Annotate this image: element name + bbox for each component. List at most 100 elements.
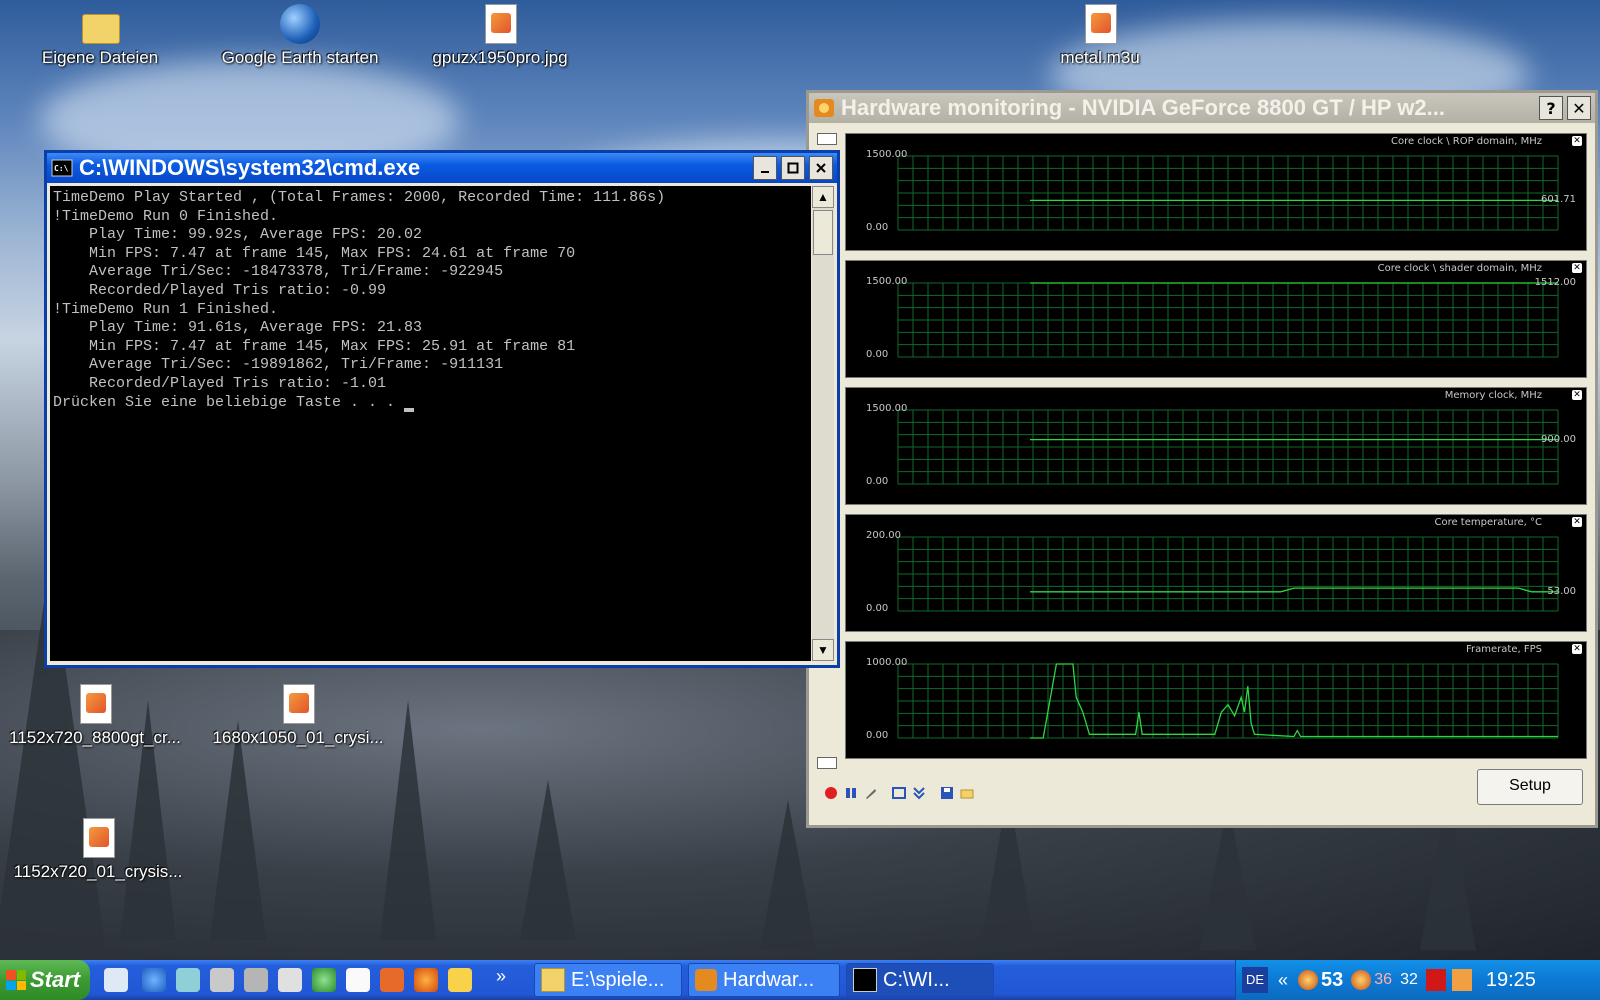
console-line: !TimeDemo Run 0 Finished. [53,207,279,225]
help-button[interactable]: ? [1539,96,1563,120]
graph-title: Core clock \ shader domain, MHz [1377,263,1542,274]
graph-title: Framerate, FPS [1466,644,1542,655]
graph-panel[interactable]: Memory clock, MHz 1500.00 0.00 900.00 ✕ [845,387,1587,505]
console-line: !TimeDemo Run 1 Finished. [53,300,279,318]
temperature-icon[interactable] [1351,970,1372,990]
graph-close-icon[interactable]: ✕ [1572,517,1582,527]
image-file-icon [480,4,520,46]
desktop-icon-1152-crysis[interactable]: 1152x720_01_crysis... [8,818,188,882]
graph-close-icon[interactable]: ✕ [1572,644,1582,654]
console-line: Average Tri/Sec: -18473378, Tri/Frame: -… [53,263,504,281]
task-cmd[interactable]: C:\WI... [846,963,994,997]
setup-button[interactable]: Setup [1477,769,1583,805]
wrench-icon[interactable] [863,785,879,801]
firefox-icon[interactable] [414,968,438,992]
tool-icon[interactable] [380,968,404,992]
close-button[interactable]: ✕ [1567,96,1591,120]
desktop-icon-gpuz-jpg[interactable]: gpuzx1950pro.jpg [410,4,590,68]
window-icon[interactable] [891,785,907,801]
tray-temp-3: 32 [1400,971,1418,988]
show-desktop-icon[interactable] [104,968,128,992]
cmd-icon [853,968,877,992]
start-button[interactable]: Start [0,960,90,1000]
minimize-button[interactable] [753,156,777,180]
desktop-icon-1152-8800gt[interactable]: 1152x720_8800gt_cr... [5,684,185,748]
graph-canvas [897,409,1559,485]
graph-panel[interactable]: Core clock \ ROP domain, MHz 1500.00 0.00 6… [845,133,1587,251]
open-folder-icon[interactable] [959,785,975,801]
image-file-icon [278,684,318,726]
language-indicator[interactable]: DE [1242,967,1268,993]
graph-canvas [897,663,1559,739]
desktop-icon-eigene-dateien[interactable]: Eigene Dateien [10,4,190,68]
hw-monitor-window[interactable]: Hardware monitoring - NVIDIA GeForce 880… [806,90,1598,828]
desktop-icon-metal-m3u[interactable]: metal.m3u [1010,4,1190,68]
app-icon[interactable] [448,968,472,992]
task-explorer[interactable]: E:\spiele... [534,963,682,997]
slider-top-handle[interactable] [817,133,837,145]
folder-icon [80,4,120,46]
tray-expand-button[interactable]: « [1278,970,1288,991]
cmd-titlebar[interactable]: C:\ C:\WINDOWS\system32\cmd.exe [47,153,837,183]
desktop-icon-1680-crysis[interactable]: 1680x1050_01_crysi... [208,684,388,748]
cd-icon[interactable] [312,968,336,992]
cmd-window[interactable]: C:\ C:\WINDOWS\system32\cmd.exe TimeDemo… [44,150,840,668]
graph-max-label: 1000.00 [866,657,908,668]
task-label: Hardwar... [723,968,815,991]
drive2-icon[interactable] [244,968,268,992]
graph-panel[interactable]: Framerate, FPS 1000.00 0.00 ✕ [845,641,1587,759]
graph-canvas [897,155,1559,231]
cmd-icon: C:\ [51,159,73,177]
scroll-down-button[interactable]: ▼ [812,639,834,661]
task-label: E:\spiele... [571,968,665,991]
graph-close-icon[interactable]: ✕ [1572,136,1582,146]
pause-icon[interactable] [843,785,859,801]
desktop-icon-label: 1680x1050_01_crysi... [212,728,384,747]
scroll-up-button[interactable]: ▲ [812,186,834,208]
window-title: C:\WINDOWS\system32\cmd.exe [79,155,421,180]
temperature-icon[interactable] [1298,970,1319,990]
close-button[interactable] [809,156,833,180]
tray-app-icon[interactable] [1451,969,1472,991]
console-output[interactable]: TimeDemo Play Started , (Total Frames: 2… [50,186,811,661]
graph-min-label: 0.00 [866,222,889,233]
scroll-thumb[interactable] [813,210,833,255]
tray-temp-2: 36 [1374,971,1393,988]
slider-bottom-handle[interactable] [817,757,837,769]
drive-icon[interactable] [210,968,234,992]
graph-close-icon[interactable]: ✕ [1572,263,1582,273]
collapse-icon[interactable] [911,785,927,801]
save-icon[interactable] [939,785,955,801]
task-hw-monitor[interactable]: Hardwar... [688,963,840,997]
graph-series-line [1030,587,1558,593]
quicklaunch-chevron[interactable]: » [496,966,506,987]
desktop-icon-label: 1152x720_01_crysis... [13,862,183,881]
desktop-icon-label: Eigene Dateien [41,48,159,67]
console-scrollbar[interactable]: ▲ ▼ [812,186,834,661]
network-icon[interactable] [176,968,200,992]
console-line: Min FPS: 7.47 at frame 145, Max FPS: 24.… [53,244,576,262]
tree-decoration [210,720,266,940]
minimize-icon [761,171,769,173]
record-icon[interactable] [823,785,839,801]
graph-max-label: 1500.00 [866,149,908,160]
console-line: Recorded/Played Tris ratio: -1.01 [53,374,387,392]
internet-explorer-icon[interactable] [142,968,166,992]
desktop-icon-google-earth[interactable]: Google Earth starten [210,4,390,68]
console-line: Min FPS: 7.47 at frame 145, Max FPS: 25.… [53,337,576,355]
graph-panel[interactable]: Core temperature, °C 200.00 0.00 53.00 ✕ [845,514,1587,632]
hw-monitor-titlebar[interactable]: Hardware monitoring - NVIDIA GeForce 880… [809,93,1595,123]
console-line: Play Time: 91.61s, Average FPS: 21.83 [53,319,423,337]
graph-min-label: 0.00 [866,476,889,487]
graph-panel[interactable]: Core clock \ shader domain, MHz 1500.00 0.… [845,260,1587,378]
document-icon[interactable] [346,968,370,992]
console-line: Play Time: 99.92s, Average FPS: 20.02 [53,226,423,244]
graph-close-icon[interactable]: ✕ [1572,390,1582,400]
antivirus-icon[interactable] [1425,969,1446,991]
folder-icon [541,968,565,992]
media-icon[interactable] [278,968,302,992]
desktop-icon-label: metal.m3u [1060,48,1140,67]
system-tray: DE « 53 36 32 19:25 [1235,960,1600,1000]
maximize-button[interactable] [781,156,805,180]
taskbar: Start » E:\spiele... Hardwar... C:\WI...… [0,960,1600,1000]
